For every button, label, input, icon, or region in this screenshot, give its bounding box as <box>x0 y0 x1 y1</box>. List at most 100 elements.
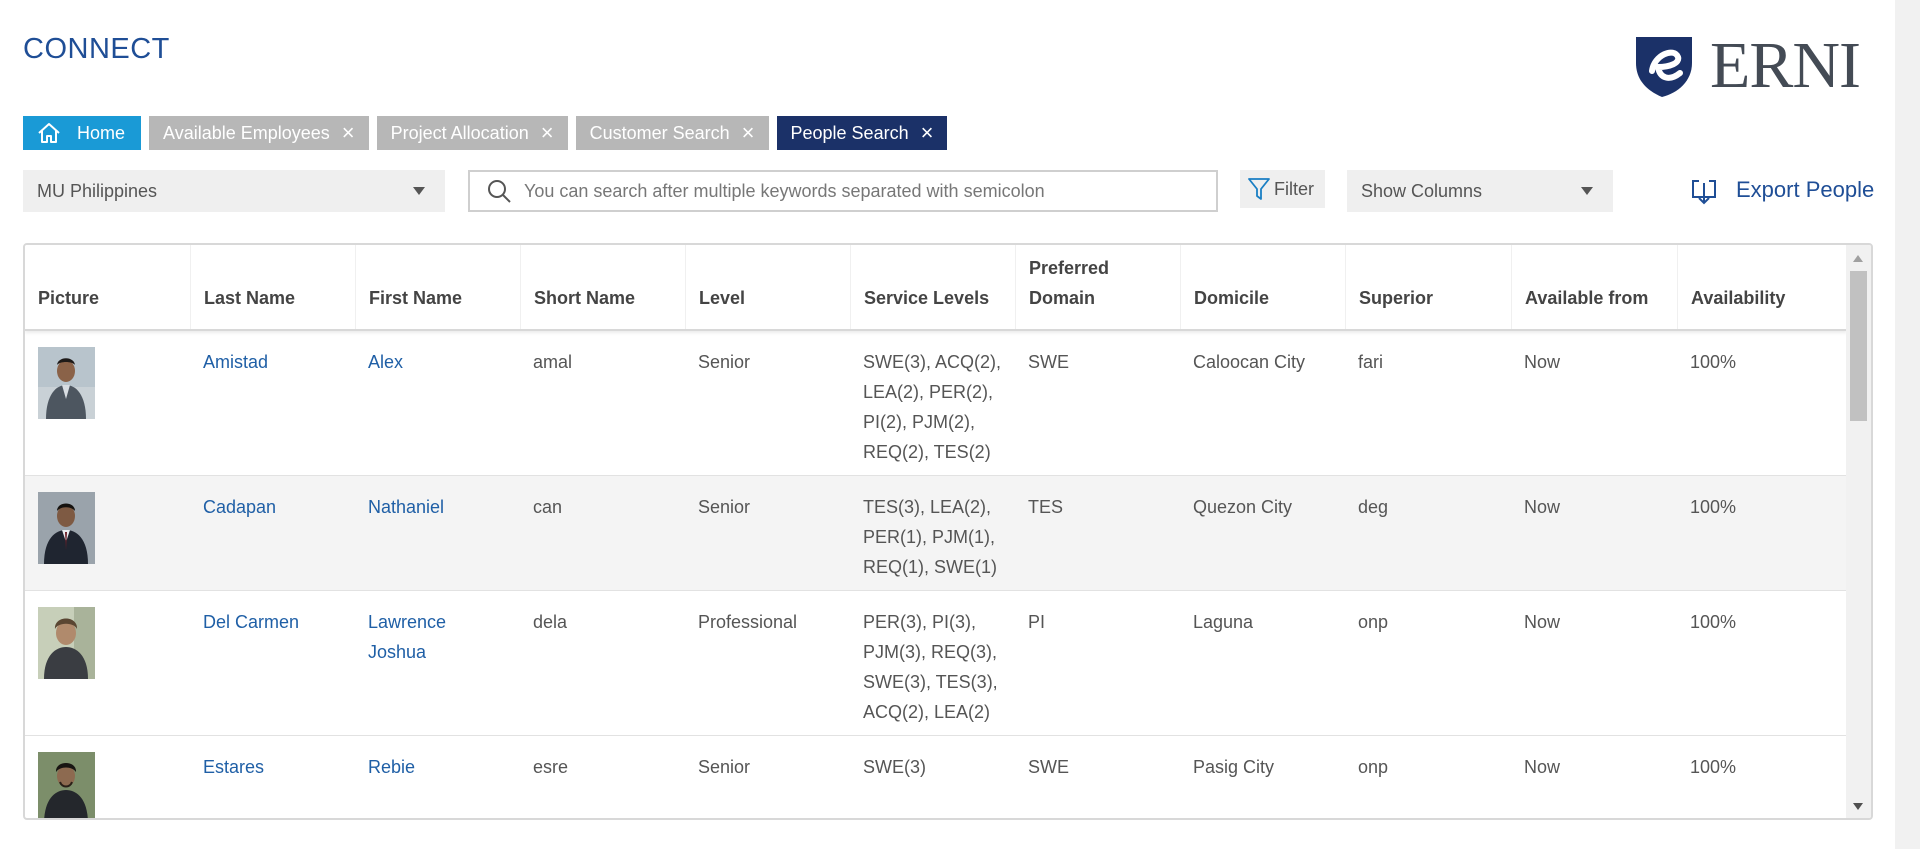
close-icon[interactable]: × <box>921 122 934 144</box>
tab-label: People Search <box>790 122 909 143</box>
available-from-cell: Now <box>1524 612 1561 632</box>
level-cell: Professional <box>698 612 798 632</box>
logo-text: ERNI <box>1710 29 1861 102</box>
col-superior[interactable]: Superior <box>1345 245 1511 329</box>
available-from-cell: Now <box>1524 352 1561 372</box>
caret-down-icon <box>413 187 425 195</box>
people-table: Picture Last Name First Name Short Name … <box>23 243 1873 820</box>
scroll-up-icon[interactable] <box>1853 255 1863 262</box>
short-name-cell: dela <box>533 612 568 632</box>
col-available-from[interactable]: Available from <box>1511 245 1677 329</box>
avatar <box>38 752 95 818</box>
export-icon <box>1692 180 1716 205</box>
table-body: Amistad Alex amal Senior SWE(3), ACQ(2),… <box>25 331 1847 818</box>
first-name-link[interactable]: Lawrence Joshua <box>355 607 465 667</box>
filter-button[interactable]: Filter <box>1240 170 1325 208</box>
domicile-cell: Caloocan City <box>1193 352 1306 372</box>
tab-project-allocation[interactable]: Project Allocation × <box>376 116 568 150</box>
last-name-link[interactable]: Estares <box>190 752 264 782</box>
col-preferred-domain[interactable]: Preferred Domain <box>1015 245 1180 329</box>
filter-icon <box>1248 178 1270 200</box>
col-first-name[interactable]: First Name <box>355 245 520 329</box>
col-short-name[interactable]: Short Name <box>520 245 685 329</box>
table-header: Picture Last Name First Name Short Name … <box>25 245 1847 331</box>
search-box[interactable] <box>468 170 1218 212</box>
last-name-link[interactable]: Del Carmen <box>190 607 299 637</box>
short-name-cell: can <box>533 497 563 517</box>
page-scrollbar[interactable] <box>1895 0 1920 849</box>
tab-label: Customer Search <box>589 122 730 143</box>
tab-customer-search[interactable]: Customer Search × <box>575 116 769 150</box>
table-row[interactable]: Del Carmen Lawrence Joshua dela Professi… <box>25 591 1847 736</box>
search-icon <box>488 180 511 203</box>
superior-cell: onp <box>1358 757 1389 777</box>
avatar <box>38 347 95 419</box>
tab-label: Home <box>77 122 126 143</box>
domicile-cell: Pasig City <box>1193 757 1275 777</box>
service-levels-cell: TES(3), LEA(2), PER(1), PJM(1), REQ(1), … <box>863 497 998 577</box>
superior-cell: deg <box>1358 497 1389 517</box>
export-people-button[interactable]: Export People <box>1690 170 1874 210</box>
table-scrollbar[interactable] <box>1846 245 1871 818</box>
col-service-levels[interactable]: Service Levels <box>850 245 1015 329</box>
show-columns-dropdown[interactable]: Show Columns <box>1347 170 1613 212</box>
availability-cell: 100% <box>1690 612 1737 632</box>
preferred-domain-cell: SWE <box>1028 352 1070 372</box>
availability-cell: 100% <box>1690 497 1737 517</box>
home-icon <box>38 123 60 143</box>
table-row[interactable]: Amistad Alex amal Senior SWE(3), ACQ(2),… <box>25 331 1847 476</box>
first-name-link[interactable]: Nathaniel <box>355 492 444 522</box>
service-levels-cell: SWE(3), ACQ(2), LEA(2), PER(2), PI(2), P… <box>863 352 1002 462</box>
level-cell: Senior <box>698 352 751 372</box>
scroll-down-icon[interactable] <box>1853 803 1863 810</box>
availability-cell: 100% <box>1690 757 1737 777</box>
tab-available-employees[interactable]: Available Employees × <box>149 116 369 150</box>
last-name-link[interactable]: Amistad <box>190 347 268 377</box>
search-input[interactable] <box>524 180 1144 202</box>
tab-bar: Home Available Employees × Project Alloc… <box>23 116 948 150</box>
available-from-cell: Now <box>1524 497 1561 517</box>
preferred-domain-cell: SWE <box>1028 757 1070 777</box>
unit-dropdown[interactable]: MU Philippines <box>23 170 445 212</box>
avatar <box>38 607 95 679</box>
tab-people-search[interactable]: People Search × <box>776 116 948 150</box>
table-row[interactable]: Cadapan Nathaniel can Senior TES(3), LEA… <box>25 476 1847 591</box>
tab-label: Project Allocation <box>390 122 529 143</box>
scroll-thumb[interactable] <box>1850 271 1867 421</box>
close-icon[interactable]: × <box>742 122 755 144</box>
first-name-link[interactable]: Alex <box>355 347 403 377</box>
preferred-domain-cell: PI <box>1028 612 1046 632</box>
erni-logo: ERNI <box>1630 33 1875 99</box>
availability-cell: 100% <box>1690 352 1737 372</box>
first-name-link[interactable]: Rebie <box>355 752 415 782</box>
col-domicile[interactable]: Domicile <box>1180 245 1345 329</box>
col-last-name[interactable]: Last Name <box>190 245 355 329</box>
tab-home[interactable]: Home <box>23 116 142 150</box>
short-name-cell: esre <box>533 757 569 777</box>
short-name-cell: amal <box>533 352 573 372</box>
service-levels-cell: SWE(3) <box>863 757 926 777</box>
col-picture[interactable]: Picture <box>25 245 190 329</box>
caret-down-icon <box>1581 187 1593 195</box>
col-level[interactable]: Level <box>685 245 850 329</box>
show-columns-label: Show Columns <box>1361 180 1483 201</box>
export-label: Export People <box>1736 177 1875 202</box>
preferred-domain-cell: TES <box>1028 497 1064 517</box>
superior-cell: fari <box>1358 352 1384 372</box>
table-row[interactable]: Estares Rebie esre Senior SWE(3) SWE Pas… <box>25 736 1847 818</box>
available-from-cell: Now <box>1524 757 1561 777</box>
app-title: CONNECT <box>23 33 170 65</box>
close-icon[interactable]: × <box>342 122 355 144</box>
col-availability[interactable]: Availability <box>1677 245 1847 329</box>
close-icon[interactable]: × <box>541 122 554 144</box>
logo-shield-icon <box>1636 37 1692 97</box>
last-name-link[interactable]: Cadapan <box>190 492 276 522</box>
unit-value: MU Philippines <box>37 180 158 201</box>
filter-label: Filter <box>1274 178 1314 199</box>
superior-cell: onp <box>1358 612 1389 632</box>
tab-label: Available Employees <box>163 122 330 143</box>
domicile-cell: Quezon City <box>1193 497 1293 517</box>
level-cell: Senior <box>698 497 751 517</box>
service-levels-cell: PER(3), PI(3), PJM(3), REQ(3), SWE(3), T… <box>863 612 998 722</box>
level-cell: Senior <box>698 757 751 777</box>
